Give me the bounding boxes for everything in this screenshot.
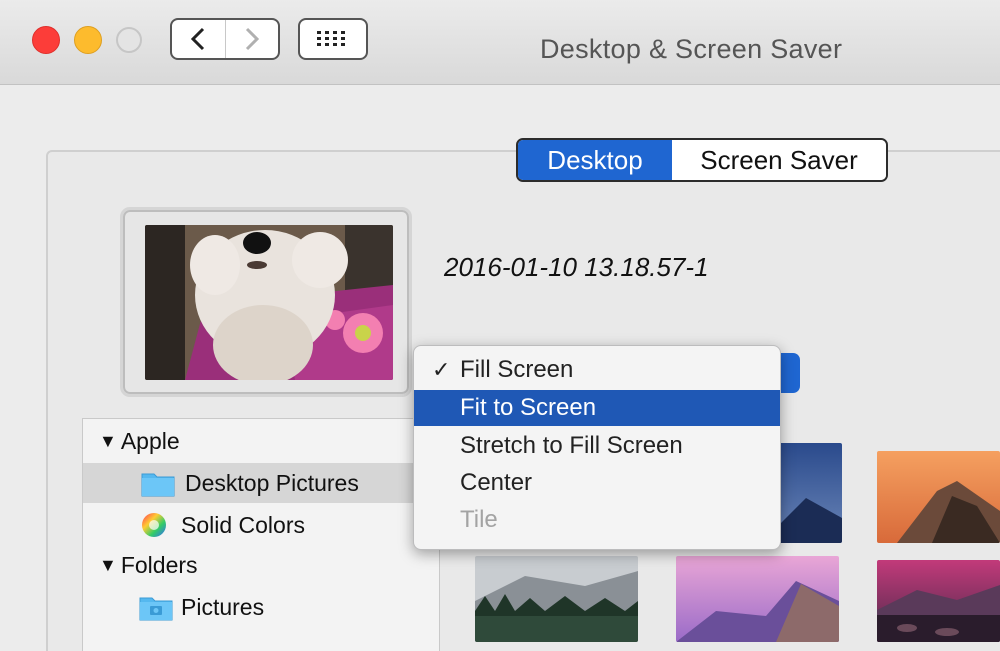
chevron-right-icon — [245, 27, 259, 51]
grid-icon — [317, 31, 345, 46]
preview-image — [145, 225, 393, 380]
group-apple[interactable]: ▼ Apple — [83, 421, 439, 461]
group-folders[interactable]: ▼ Folders — [83, 545, 439, 585]
wallpaper-thumbnail[interactable] — [676, 556, 839, 642]
wallpaper-thumbnail[interactable] — [877, 560, 1000, 642]
minimize-button[interactable] — [74, 26, 102, 54]
menu-item-tile: Tile — [414, 502, 780, 538]
sidebar-item-label: Pictures — [181, 593, 265, 620]
desktop-preview — [120, 207, 412, 397]
menu-item-center[interactable]: Center — [414, 465, 780, 501]
disclosure-triangle-icon[interactable]: ▼ — [99, 431, 117, 452]
tab-control: Desktop Screen Saver — [516, 138, 888, 182]
menu-item-label: Tile — [460, 506, 498, 533]
group-label: Folders — [120, 551, 198, 578]
wallpaper-thumbnail[interactable] — [877, 451, 1000, 543]
menu-item-fill-screen[interactable]: ✓ Fill Screen — [414, 352, 780, 388]
source-list: ▼ Apple Desktop Pictures Solid Colors ▼ … — [82, 418, 440, 651]
wallpaper-thumbnail[interactable] — [475, 556, 638, 642]
menu-item-fit-to-screen[interactable]: Fit to Screen — [414, 390, 780, 426]
disclosure-triangle-icon[interactable]: ▼ — [99, 555, 117, 576]
sidebar-item-pictures[interactable]: Pictures — [83, 587, 439, 627]
folder-icon — [141, 473, 175, 497]
sidebar-item-desktop-pictures[interactable]: Desktop Pictures — [83, 463, 439, 503]
system-preferences-window: Desktop & Screen Saver Desktop Screen Sa… — [0, 0, 1000, 651]
menu-item-label: Center — [460, 469, 533, 496]
close-button[interactable] — [32, 26, 60, 54]
checkmark-icon: ✓ — [432, 357, 451, 382]
title-bar: Desktop & Screen Saver — [0, 0, 1000, 85]
sidebar-item-solid-colors[interactable]: Solid Colors — [83, 505, 439, 545]
zoom-button[interactable] — [116, 27, 142, 53]
show-all-button[interactable] — [298, 18, 368, 60]
wallpaper-thumbnail[interactable] — [776, 443, 842, 543]
sidebar-item-label: Desktop Pictures — [185, 469, 359, 496]
tab-screen-saver[interactable]: Screen Saver — [672, 140, 886, 180]
nav-buttons — [170, 18, 280, 60]
menu-item-label: Fill Screen — [460, 356, 574, 383]
menu-item-label: Stretch to Fill Screen — [460, 432, 683, 459]
back-button[interactable] — [172, 20, 225, 58]
color-wheel-icon — [142, 513, 166, 537]
dog-photo-image — [145, 225, 393, 380]
chevron-left-icon — [191, 27, 205, 51]
group-label: Apple — [120, 427, 180, 454]
scaling-popup-menu: ✓ Fill Screen Fit to Screen Stretch to F… — [413, 345, 781, 550]
tab-desktop[interactable]: Desktop — [518, 140, 672, 180]
sidebar-item-label: Solid Colors — [181, 511, 305, 538]
pictures-folder-icon — [139, 597, 173, 621]
forward-button[interactable] — [224, 20, 279, 58]
menu-item-label: Fit to Screen — [460, 394, 597, 421]
menu-item-stretch-to-fill-screen[interactable]: Stretch to Fill Screen — [414, 428, 780, 464]
window-title: Desktop & Screen Saver — [540, 34, 843, 64]
wallpaper-filename: 2016-01-10 13.18.57-1 — [444, 252, 709, 282]
